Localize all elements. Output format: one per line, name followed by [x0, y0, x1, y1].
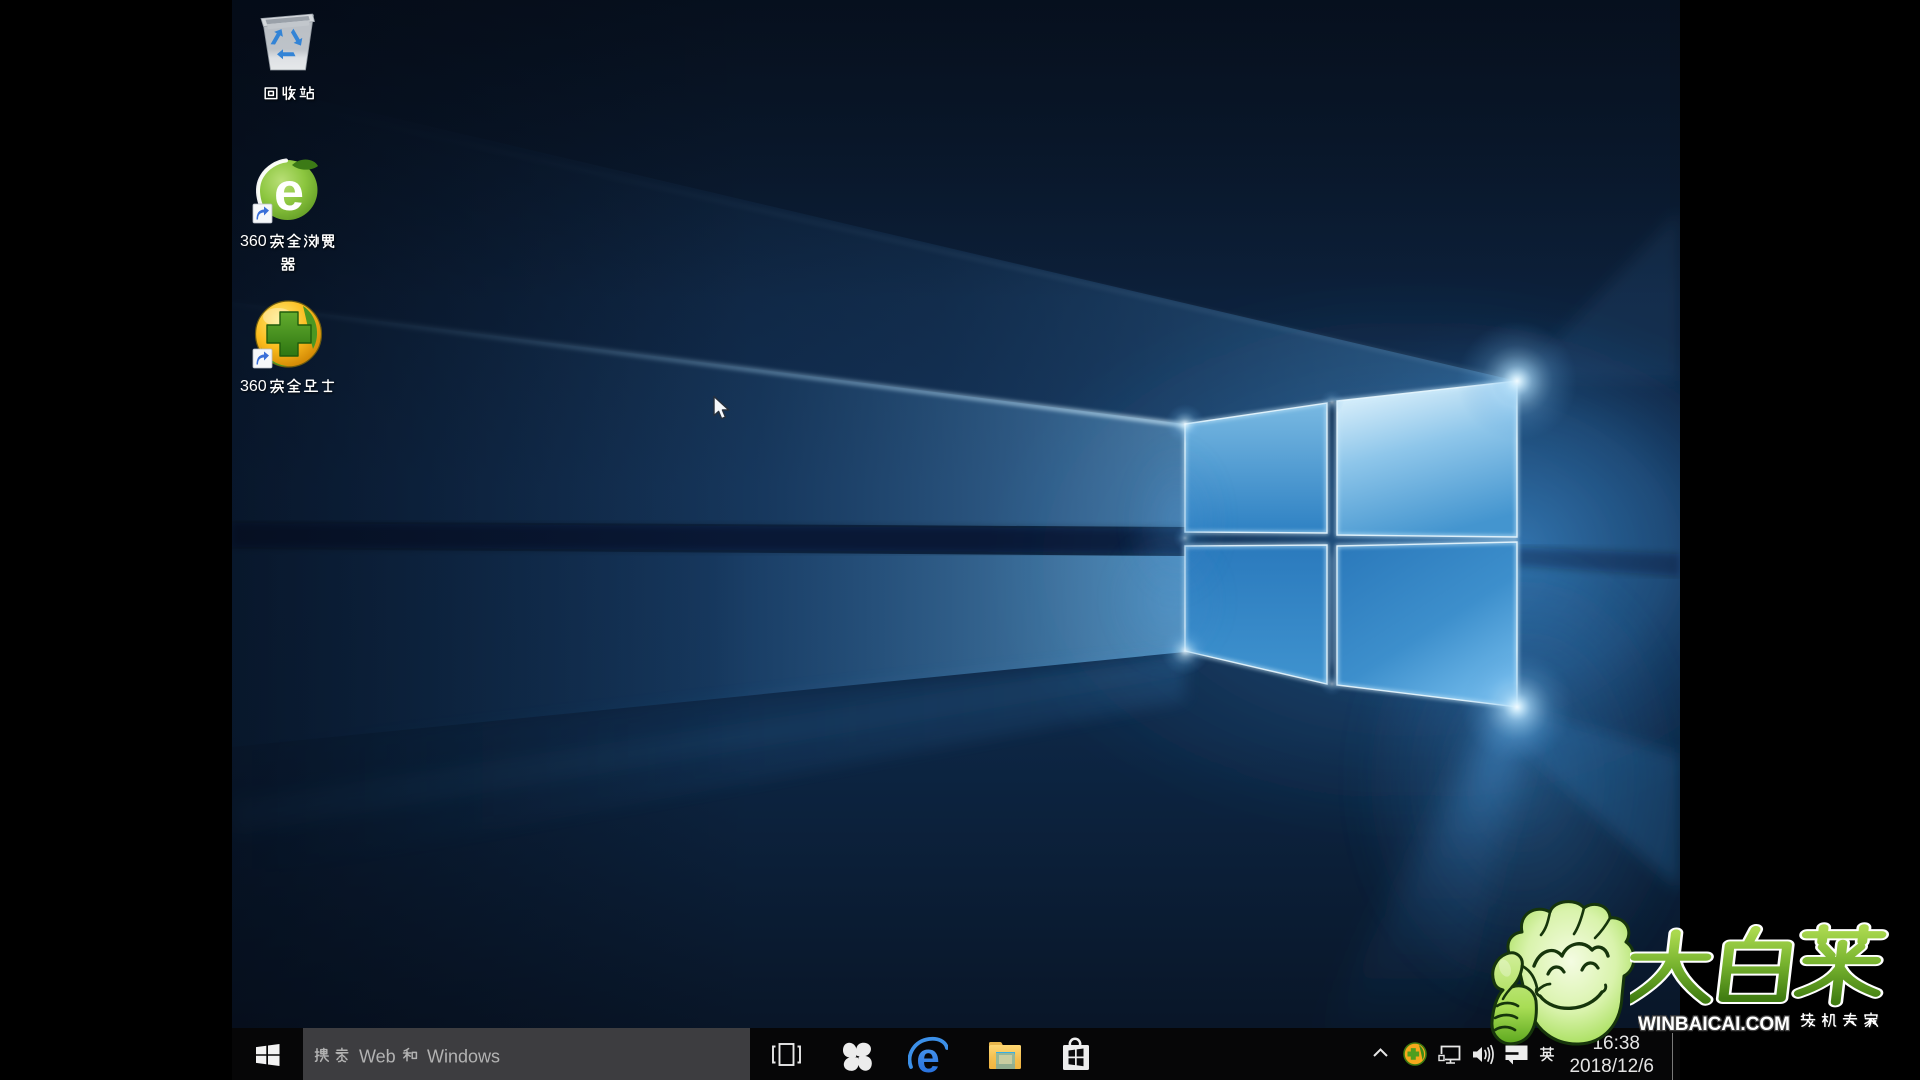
svg-text:e: e — [274, 162, 304, 222]
svg-text:Windows: Windows — [427, 1047, 500, 1067]
svg-text:Web: Web — [359, 1047, 396, 1067]
svg-text:WINBAICAI.COM: WINBAICAI.COM — [1638, 1014, 1790, 1035]
svg-text:360: 360 — [240, 378, 267, 395]
svg-text:360: 360 — [240, 233, 267, 250]
